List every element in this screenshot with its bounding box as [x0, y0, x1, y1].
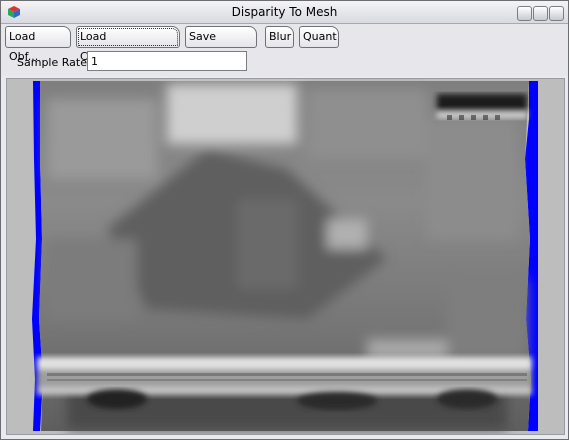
load-obf-button[interactable]: Load Obf...: [5, 26, 71, 63]
disparity-depth-image: [7, 79, 564, 434]
disparity-image-viewport[interactable]: [6, 78, 565, 435]
sample-rate-input[interactable]: [87, 51, 247, 71]
load-calibration-button[interactable]: Load Calibration...: [76, 26, 180, 63]
disparity-to-mesh-window: Disparity To Mesh Load Obf... Load Calib…: [0, 0, 569, 440]
title-bar[interactable]: Disparity To Mesh: [1, 1, 568, 24]
save-mesh-button[interactable]: Save Mesh...: [185, 26, 257, 63]
blur-button[interactable]: Blur: [265, 26, 294, 48]
maximize-button[interactable]: [533, 6, 548, 21]
quant-button[interactable]: Quant: [299, 26, 339, 48]
sample-rate-label: Sample Rate:: [17, 56, 91, 69]
close-button[interactable]: [549, 6, 564, 21]
minimize-button[interactable]: [517, 6, 532, 21]
toolbar: Load Obf... Load Calibration... Save Mes…: [1, 24, 568, 76]
window-title: Disparity To Mesh: [231, 5, 338, 19]
